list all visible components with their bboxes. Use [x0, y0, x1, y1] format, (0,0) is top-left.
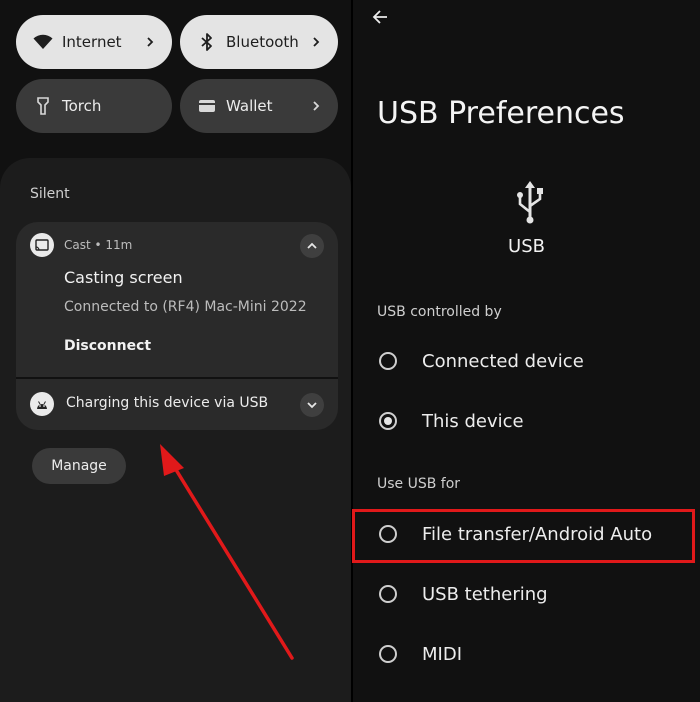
- cast-notification-subtitle: Connected to (RF4) Mac-Mini 2022: [64, 299, 307, 315]
- torch-tile[interactable]: Torch: [16, 79, 172, 133]
- manage-button[interactable]: Manage: [32, 448, 126, 484]
- internet-tile-label: Internet: [62, 33, 122, 51]
- option-this-device[interactable]: This device: [353, 393, 700, 449]
- cast-icon: [30, 233, 54, 257]
- option-label: This device: [422, 410, 524, 432]
- back-arrow-icon: [372, 10, 387, 24]
- radio-button[interactable]: [379, 352, 397, 370]
- option-label: MIDI: [422, 643, 463, 665]
- chevron-up-icon: [307, 242, 317, 249]
- notification-shade-panel: Internet Bluetooth Torch Wallet Silent C…: [0, 0, 351, 702]
- use-usb-for-heading: Use USB for: [377, 476, 461, 492]
- usb-icon-label: USB: [508, 236, 545, 257]
- option-usb-tethering[interactable]: USB tethering: [353, 566, 700, 622]
- page-title: USB Preferences: [377, 96, 625, 131]
- radio-button[interactable]: [379, 645, 397, 663]
- usb-icon: [517, 181, 543, 224]
- option-label: File transfer/Android Auto: [422, 523, 653, 545]
- chevron-down-icon: [307, 402, 317, 409]
- radio-button-checked[interactable]: [379, 412, 397, 430]
- wallet-tile-label: Wallet: [226, 97, 273, 115]
- card-divider: [16, 377, 338, 379]
- expand-button[interactable]: [300, 393, 324, 417]
- option-connected-device[interactable]: Connected device: [353, 333, 700, 389]
- charging-notification-title[interactable]: Charging this device via USB: [66, 395, 268, 411]
- torch-icon: [32, 95, 54, 117]
- option-midi[interactable]: MIDI: [353, 626, 700, 682]
- disconnect-button[interactable]: Disconnect: [64, 338, 151, 354]
- android-system-icon: [30, 392, 54, 416]
- radio-button[interactable]: [379, 585, 397, 603]
- collapse-button[interactable]: [300, 234, 324, 258]
- wallet-tile[interactable]: Wallet: [180, 79, 338, 133]
- bluetooth-tile[interactable]: Bluetooth: [180, 15, 338, 69]
- wifi-icon: [32, 31, 54, 53]
- chevron-right-icon: [147, 37, 154, 47]
- back-button[interactable]: [367, 4, 393, 30]
- chevron-right-icon: [313, 101, 320, 111]
- option-label: Connected device: [422, 350, 584, 372]
- bluetooth-icon: [196, 31, 218, 53]
- option-file-transfer[interactable]: File transfer/Android Auto: [353, 506, 700, 562]
- wallet-icon: [196, 95, 218, 117]
- cast-notification-title: Casting screen: [64, 268, 183, 287]
- silent-section-label: Silent: [30, 186, 70, 202]
- option-label: USB tethering: [422, 583, 548, 605]
- torch-tile-label: Torch: [62, 97, 102, 115]
- internet-tile[interactable]: Internet: [16, 15, 172, 69]
- cast-notification-meta: Cast • 11m: [64, 238, 133, 252]
- chevron-right-icon: [313, 37, 320, 47]
- usb-preferences-panel: USB Preferences USB USB controlled by Co…: [353, 0, 700, 702]
- radio-button[interactable]: [379, 525, 397, 543]
- bluetooth-tile-label: Bluetooth: [226, 33, 299, 51]
- usb-controlled-by-heading: USB controlled by: [377, 304, 502, 320]
